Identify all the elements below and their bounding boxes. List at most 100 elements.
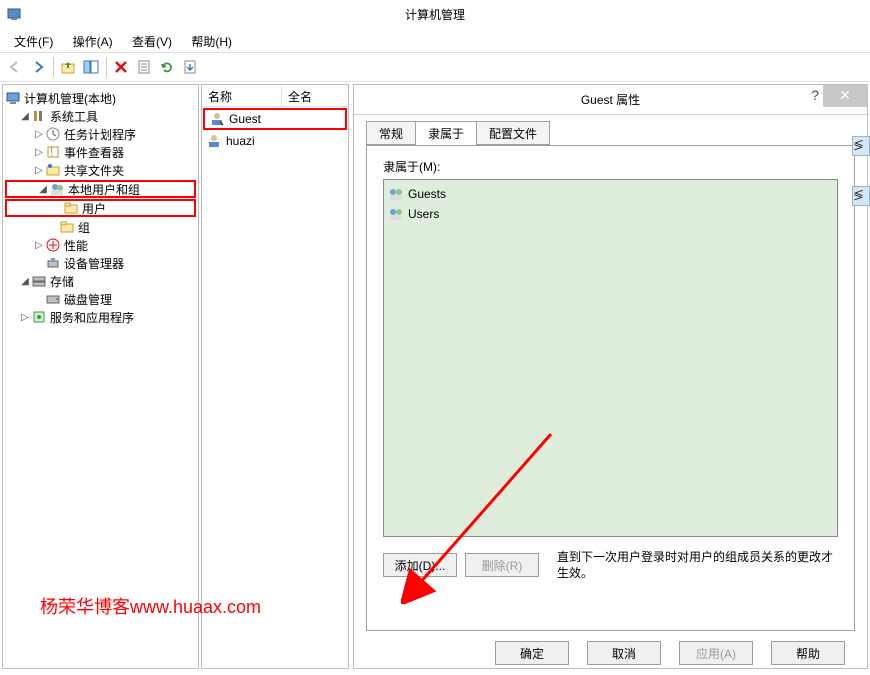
- expander-icon[interactable]: ▷: [33, 129, 45, 140]
- up-button[interactable]: [57, 56, 79, 78]
- user-icon: [206, 133, 222, 149]
- note-text: 直到下一次用户登录时对用户的组成员关系的更改才生效。: [557, 549, 838, 581]
- tree-disk-management[interactable]: 磁盘管理: [3, 290, 198, 308]
- tree-storage[interactable]: ◢ 存储: [3, 272, 198, 290]
- tree-event-viewer[interactable]: ▷ ! 事件查看器: [3, 143, 198, 161]
- properties-dialog: Guest 属性 ? ✕ 常规 隶属于 配置文件 隶属于(M): Guests: [353, 84, 868, 669]
- users-icon: [49, 181, 65, 197]
- expander-icon[interactable]: ◢: [19, 276, 31, 287]
- strip-item[interactable]: ≶操作: [852, 186, 870, 206]
- tree-label: 本地用户和组: [68, 181, 140, 198]
- tree-shared-folders[interactable]: ▷ 共享文件夹: [3, 161, 198, 179]
- group-icon: [388, 206, 404, 222]
- tree-label: 存储: [50, 273, 74, 290]
- list-item-huazi[interactable]: huazi: [202, 131, 348, 151]
- tab-general[interactable]: 常规: [366, 121, 416, 145]
- services-icon: [31, 309, 47, 325]
- tab-memberof[interactable]: 隶属于: [415, 121, 477, 145]
- remove-button: 删除(R): [465, 553, 539, 577]
- tree-label: 系统工具: [50, 108, 98, 125]
- tree-users[interactable]: 用户: [5, 199, 196, 217]
- tree-local-users-groups[interactable]: ◢ 本地用户和组: [5, 180, 196, 198]
- event-icon: !: [45, 144, 61, 160]
- toolbar: [0, 53, 870, 81]
- list-item-label: Guest: [229, 112, 261, 126]
- tab-profile[interactable]: 配置文件: [476, 121, 550, 145]
- expander-icon[interactable]: ▷: [33, 147, 45, 158]
- actions-strip: ≶操作 ≶操作: [852, 136, 870, 236]
- apply-button: 应用(A): [679, 641, 753, 665]
- tree-label: 性能: [64, 237, 88, 254]
- dialog-titlebar: Guest 属性 ? ✕: [354, 85, 867, 115]
- watermark-text: 杨荣华博客www.huaax.com: [40, 593, 261, 619]
- member-item[interactable]: Guests: [388, 184, 833, 204]
- menu-view[interactable]: 查看(V): [124, 30, 180, 53]
- memberof-label: 隶属于(M):: [383, 158, 838, 175]
- dialog-body: 常规 隶属于 配置文件 隶属于(M): Guests Users: [354, 115, 867, 631]
- expander-icon[interactable]: ◢: [19, 111, 31, 122]
- tree-label: 磁盘管理: [64, 291, 112, 308]
- menu-file[interactable]: 文件(F): [6, 30, 61, 53]
- export-button[interactable]: [179, 56, 201, 78]
- list-item-guest[interactable]: Guest: [203, 108, 347, 130]
- forward-button[interactable]: [27, 56, 49, 78]
- tree-root[interactable]: 计算机管理(本地): [3, 89, 198, 107]
- col-name[interactable]: 名称: [202, 85, 282, 106]
- tree-groups[interactable]: 组: [3, 218, 198, 236]
- separator: [53, 57, 54, 77]
- menubar: 文件(F) 操作(A) 查看(V) 帮助(H): [0, 30, 870, 52]
- back-button[interactable]: [4, 56, 26, 78]
- disk-icon: [45, 291, 61, 307]
- clock-icon: [45, 126, 61, 142]
- help-button[interactable]: 帮助: [771, 641, 845, 665]
- tree-services-apps[interactable]: ▷ 服务和应用程序: [3, 308, 198, 326]
- member-label: Guests: [408, 187, 446, 201]
- tree-task-scheduler[interactable]: ▷ 任务计划程序: [3, 125, 198, 143]
- group-icon: [388, 186, 404, 202]
- member-label: Users: [408, 207, 439, 221]
- user-icon: [209, 111, 225, 127]
- strip-item[interactable]: ≶操作: [852, 136, 870, 156]
- delete-button[interactable]: [110, 56, 132, 78]
- dialog-title: Guest 属性: [581, 91, 640, 108]
- list-item-label: huazi: [226, 134, 255, 148]
- tab-content: 隶属于(M): Guests Users 添加(D)... 删除(R) 直到下一…: [366, 145, 855, 631]
- menu-help[interactable]: 帮助(H): [183, 30, 240, 53]
- perf-icon: [45, 237, 61, 253]
- tree-performance[interactable]: ▷ 性能: [3, 236, 198, 254]
- storage-icon: [31, 273, 47, 289]
- tree-label: 任务计划程序: [64, 126, 136, 143]
- share-icon: [45, 162, 61, 178]
- expander-icon[interactable]: ▷: [19, 312, 31, 323]
- expander-icon[interactable]: ◢: [37, 184, 49, 195]
- ok-button[interactable]: 确定: [495, 641, 569, 665]
- tree-system-tools[interactable]: ◢ 系统工具: [3, 107, 198, 125]
- show-hide-button[interactable]: [80, 56, 102, 78]
- tab-strip: 常规 隶属于 配置文件: [366, 121, 855, 145]
- cancel-button[interactable]: 取消: [587, 641, 661, 665]
- properties-button[interactable]: [133, 56, 155, 78]
- expander-icon[interactable]: ▷: [33, 165, 45, 176]
- tree-label: 设备管理器: [64, 255, 124, 272]
- expander-icon[interactable]: ▷: [33, 240, 45, 251]
- tools-icon: [31, 108, 47, 124]
- tree-device-manager[interactable]: 设备管理器: [3, 254, 198, 272]
- tree-label: 事件查看器: [64, 144, 124, 161]
- menu-action[interactable]: 操作(A): [65, 30, 121, 53]
- window-titlebar: 计算机管理: [0, 0, 870, 30]
- member-item[interactable]: Users: [388, 204, 833, 224]
- svg-text:!: !: [50, 145, 53, 159]
- list-header: 名称 全名: [202, 85, 348, 107]
- computer-icon: [5, 90, 21, 106]
- window-title: 计算机管理: [405, 8, 465, 22]
- app-icon: [6, 6, 22, 22]
- col-fullname[interactable]: 全名: [282, 85, 348, 106]
- tree-label: 服务和应用程序: [50, 309, 134, 326]
- close-button[interactable]: ✕: [823, 85, 867, 107]
- refresh-button[interactable]: [156, 56, 178, 78]
- list-pane: 名称 全名 Guest huazi: [201, 84, 349, 669]
- help-icon[interactable]: ?: [811, 87, 819, 103]
- tree-label: 共享文件夹: [64, 162, 124, 179]
- memberof-list[interactable]: Guests Users: [383, 179, 838, 537]
- add-button[interactable]: 添加(D)...: [383, 553, 457, 577]
